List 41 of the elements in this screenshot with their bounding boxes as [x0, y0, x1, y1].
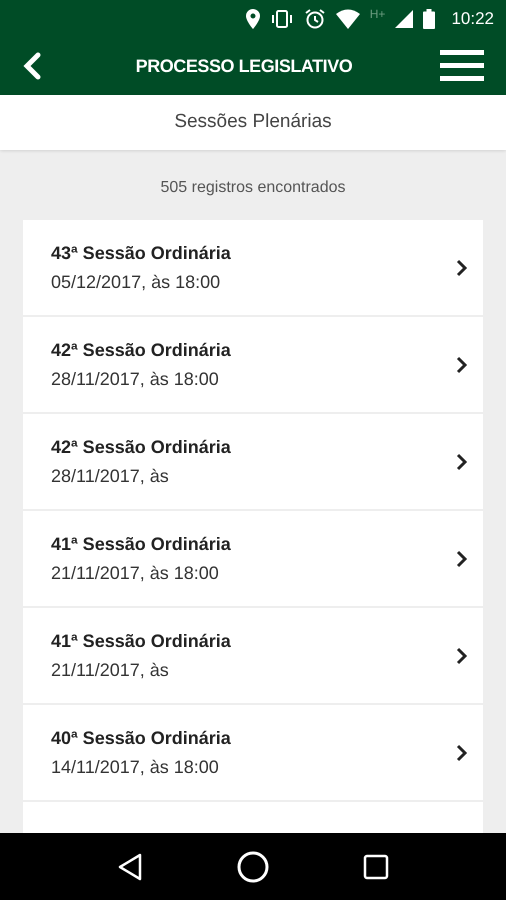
session-item[interactable]: 42ª Sessão Ordinária 28/11/2017, às 18:00 [23, 317, 483, 412]
alarm-clock-icon [304, 8, 326, 30]
chevron-right-icon [455, 258, 467, 276]
app-title: PROCESSO LEGISLATIVO [136, 54, 352, 78]
result-count: 505 registros encontrados [160, 178, 346, 198]
back-chevron-icon [22, 52, 42, 80]
session-item[interactable]: 41ª Sessão Ordinária 21/11/2017, às 18:00 [23, 511, 483, 606]
vibrate-icon [270, 8, 294, 28]
menu-icon [440, 50, 484, 82]
subheader-title: Sessões Plenárias [174, 110, 332, 134]
chevron-right-icon [455, 356, 467, 374]
session-date: 21/11/2017, às [51, 658, 170, 682]
clock-time: 10:22 [451, 8, 494, 30]
session-title: 40ª Sessão Ordinária [51, 726, 231, 750]
session-date: 14/11/2017, às 18:00 [51, 756, 220, 778]
session-title: 41ª Sessão Ordinária [51, 532, 231, 556]
session-item[interactable]: 43ª Sessão Ordinária 05/12/2017, às 18:00 [23, 220, 483, 315]
chevron-right-icon [455, 452, 467, 470]
session-date: 28/11/2017, às 18:00 [51, 368, 220, 390]
session-date: 28/11/2017, às [51, 464, 170, 488]
signal-icon [395, 10, 414, 28]
session-title: 42ª Sessão Ordinária [51, 436, 231, 458]
location-pin-icon [246, 8, 260, 28]
session-item[interactable]: 42ª Sessão Ordinária 28/11/2017, às [23, 414, 483, 509]
chevron-right-icon [455, 744, 467, 762]
session-item[interactable]: 41ª Sessão Ordinária 21/11/2017, às [23, 608, 483, 703]
chevron-right-icon [455, 646, 467, 664]
session-date: 05/12/2017, às 18:00 [51, 270, 222, 294]
menu-button[interactable] [440, 50, 484, 82]
session-title: 43ª Sessão Ordinária [51, 242, 231, 264]
session-title: 42ª Sessão Ordinária [51, 338, 231, 362]
battery-icon [423, 8, 436, 28]
network-type: H+ [370, 6, 386, 22]
session-title: 41ª Sessão Ordinária [51, 630, 231, 652]
recent-apps-square-icon[interactable] [363, 854, 390, 880]
session-date: 21/11/2017, às 18:00 [51, 562, 220, 584]
home-circle-icon[interactable] [236, 850, 270, 884]
back-triangle-icon[interactable] [116, 852, 143, 880]
chevron-right-icon [455, 550, 467, 568]
session-item[interactable]: 40ª Sessão Ordinária 14/11/2017, às 18:00 [23, 705, 483, 800]
wifi-icon [336, 8, 360, 28]
